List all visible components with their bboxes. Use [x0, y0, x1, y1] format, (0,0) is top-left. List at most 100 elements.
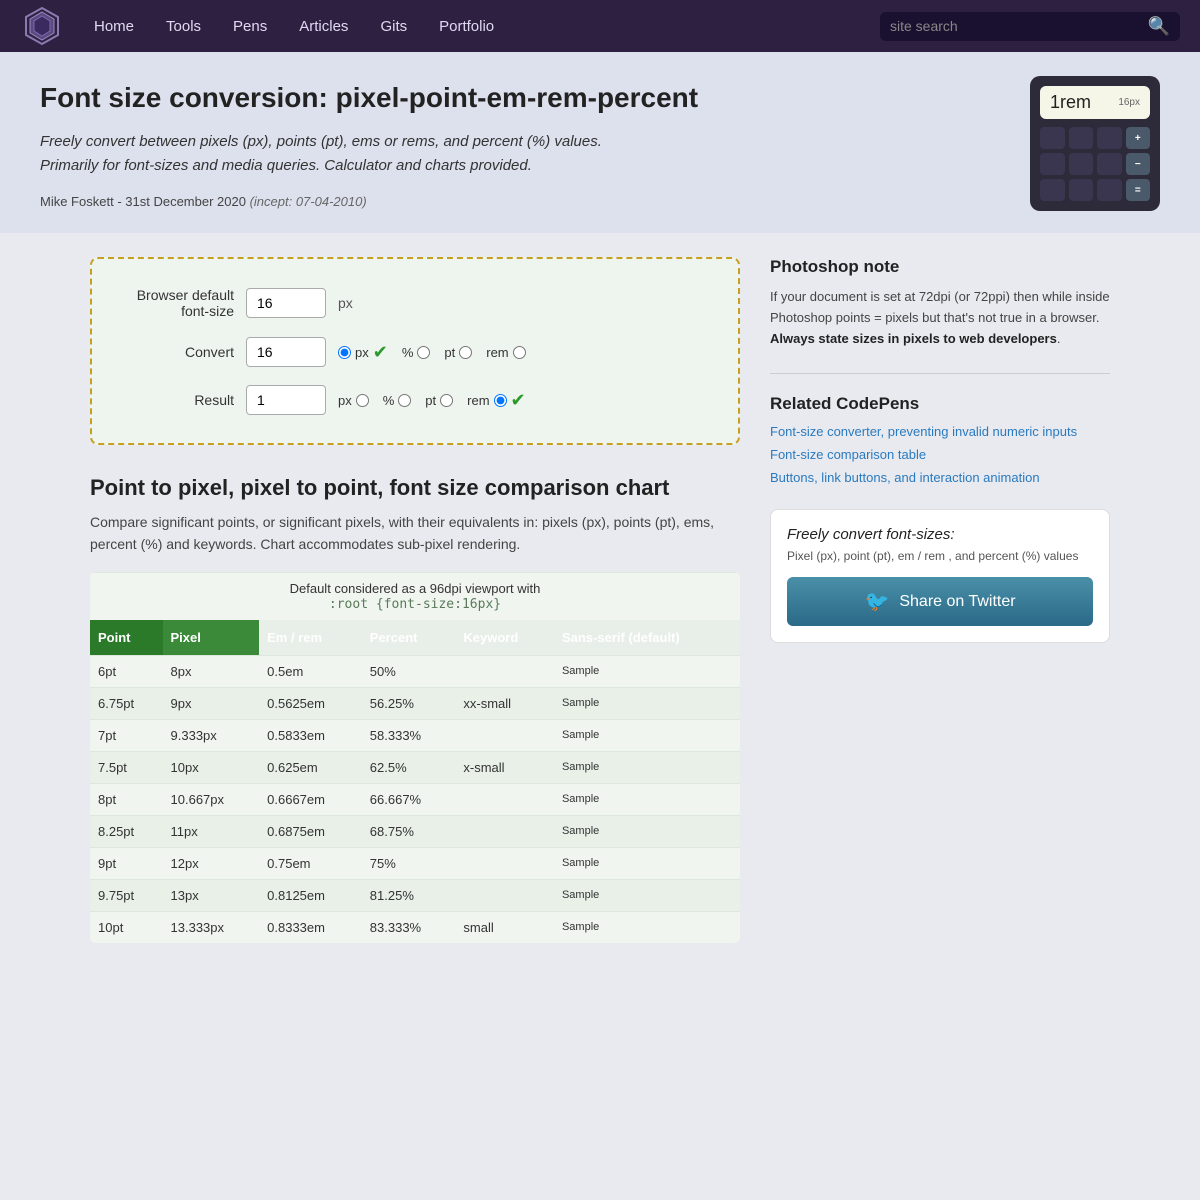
result-percent-radio[interactable]: [398, 394, 411, 407]
result-unit-group: px % pt rem ✔: [338, 390, 526, 411]
table-cell: 0.6667em: [259, 783, 362, 815]
calc-btn-minus[interactable]: −: [1126, 153, 1151, 175]
calculator-widget: 1rem 16px + − =: [1030, 76, 1160, 211]
table-cell: 9px: [163, 687, 260, 719]
main-content: Browser default font-size px Convert px …: [90, 257, 740, 943]
calc-btn-equals[interactable]: =: [1126, 179, 1151, 201]
table-cell: 6pt: [90, 655, 163, 687]
result-px-text: px: [338, 393, 352, 408]
result-percent-label[interactable]: %: [383, 393, 412, 408]
twitter-share-button[interactable]: 🐦 Share on Twitter: [787, 577, 1093, 626]
table-cell: xx-small: [455, 687, 554, 719]
table-header-row: Default considered as a 96dpi viewport w…: [90, 572, 740, 620]
result-px-radio[interactable]: [356, 394, 369, 407]
result-pt-label[interactable]: pt: [425, 393, 453, 408]
nav-pens[interactable]: Pens: [219, 12, 281, 41]
table-row: 9pt12px0.75em75%Sample: [90, 847, 740, 879]
search-input[interactable]: [890, 18, 1142, 34]
unit-px-radio[interactable]: [338, 346, 351, 359]
table-cell: 0.6875em: [259, 815, 362, 847]
unit-rem-radio[interactable]: [513, 346, 526, 359]
default-value-input[interactable]: [246, 288, 326, 318]
calc-btn-2[interactable]: [1069, 127, 1094, 149]
calc-btn-5[interactable]: [1069, 153, 1094, 175]
result-px-label[interactable]: px: [338, 393, 369, 408]
unit-pt-text: pt: [444, 345, 455, 360]
photoshop-bold: Always state sizes in pixels to web deve…: [770, 331, 1057, 346]
table-cell: 13.333px: [163, 911, 260, 943]
result-rem-radio[interactable]: [494, 394, 507, 407]
table-cell: 0.75em: [259, 847, 362, 879]
nav-tools[interactable]: Tools: [152, 12, 215, 41]
result-rem-label[interactable]: rem ✔: [467, 390, 525, 411]
unit-rem-label[interactable]: rem: [486, 345, 525, 360]
result-rem-text: rem: [467, 393, 489, 408]
author: Mike Foskett: [40, 194, 114, 209]
table-cell: x-small: [455, 751, 554, 783]
default-label: Browser default font-size: [124, 287, 234, 319]
table-cell: Sample: [554, 847, 740, 879]
unit-pt-label[interactable]: pt: [444, 345, 472, 360]
unit-px-label[interactable]: px ✔: [338, 342, 388, 363]
table-cell: 9.75pt: [90, 879, 163, 911]
table-cell: 0.625em: [259, 751, 362, 783]
table-cell: Sample: [554, 879, 740, 911]
table-cell: 6.75pt: [90, 687, 163, 719]
photoshop-heading: Photoshop note: [770, 257, 1110, 277]
unit-percent-radio[interactable]: [417, 346, 430, 359]
unit-rem-text: rem: [486, 345, 508, 360]
twitter-bird-icon: 🐦: [864, 589, 889, 614]
calc-display: 1rem 16px: [1040, 86, 1150, 119]
unit-pt-radio[interactable]: [459, 346, 472, 359]
calc-btn-6[interactable]: [1097, 153, 1122, 175]
table-cell: Sample: [554, 655, 740, 687]
nav-links: Home Tools Pens Articles Gits Portfolio: [80, 12, 880, 41]
site-logo[interactable]: [20, 4, 64, 48]
codepens-section: Related CodePens Font-size converter, pr…: [770, 394, 1110, 485]
table-cell: [455, 847, 554, 879]
nav-home[interactable]: Home: [80, 12, 148, 41]
convert-input[interactable]: [246, 337, 326, 367]
photoshop-text: If your document is set at 72dpi (or 72p…: [770, 287, 1110, 349]
photoshop-section: Photoshop note If your document is set a…: [770, 257, 1110, 349]
table-cell: 0.5625em: [259, 687, 362, 719]
table-cell: Sample: [554, 719, 740, 751]
page-title: Font size conversion: pixel-point-em-rem…: [40, 82, 1160, 114]
codepen-link-2[interactable]: Buttons, link buttons, and interaction a…: [770, 470, 1110, 485]
codepen-link-0[interactable]: Font-size converter, preventing invalid …: [770, 424, 1110, 439]
table-cell: 10px: [163, 751, 260, 783]
table-body: 6pt8px0.5em50%Sample6.75pt9px0.5625em56.…: [90, 655, 740, 943]
codepens-heading: Related CodePens: [770, 394, 1110, 414]
th-em: Em / rem: [259, 620, 362, 656]
twitter-card: Freely convert font-sizes: Pixel (px), p…: [770, 509, 1110, 643]
codepen-link-1[interactable]: Font-size comparison table: [770, 447, 1110, 462]
unit-px-text: px: [355, 345, 369, 360]
table-cell: Sample: [554, 751, 740, 783]
table-row: 9.75pt13px0.8125em81.25%Sample: [90, 879, 740, 911]
search-button[interactable]: 🔍: [1148, 16, 1170, 37]
calc-btn-4[interactable]: [1040, 153, 1065, 175]
check-icon: ✔: [373, 342, 388, 363]
calc-btn-7[interactable]: [1040, 179, 1065, 201]
calc-unit: 16px: [1118, 97, 1140, 108]
nav-gits[interactable]: Gits: [366, 12, 421, 41]
calc-btn-3[interactable]: [1097, 127, 1122, 149]
result-pt-radio[interactable]: [440, 394, 453, 407]
calc-btn-plus[interactable]: +: [1126, 127, 1151, 149]
calc-btn-9[interactable]: [1097, 179, 1122, 201]
nav-articles[interactable]: Articles: [285, 12, 362, 41]
table-cell: 9pt: [90, 847, 163, 879]
table-row: 7pt9.333px0.5833em58.333%Sample: [90, 719, 740, 751]
table-caption: Default considered as a 96dpi viewport w…: [90, 572, 740, 620]
table-row: 8.25pt11px0.6875em68.75%Sample: [90, 815, 740, 847]
chart-section-desc: Compare significant points, or significa…: [90, 511, 740, 556]
calc-btn-1[interactable]: [1040, 127, 1065, 149]
table-cell: 83.333%: [362, 911, 456, 943]
unit-percent-label[interactable]: %: [402, 345, 431, 360]
table-cell: 66.667%: [362, 783, 456, 815]
result-input[interactable]: [246, 385, 326, 415]
nav-portfolio[interactable]: Portfolio: [425, 12, 508, 41]
table-cell: 0.8333em: [259, 911, 362, 943]
convert-label: Convert: [124, 344, 234, 360]
calc-btn-8[interactable]: [1069, 179, 1094, 201]
